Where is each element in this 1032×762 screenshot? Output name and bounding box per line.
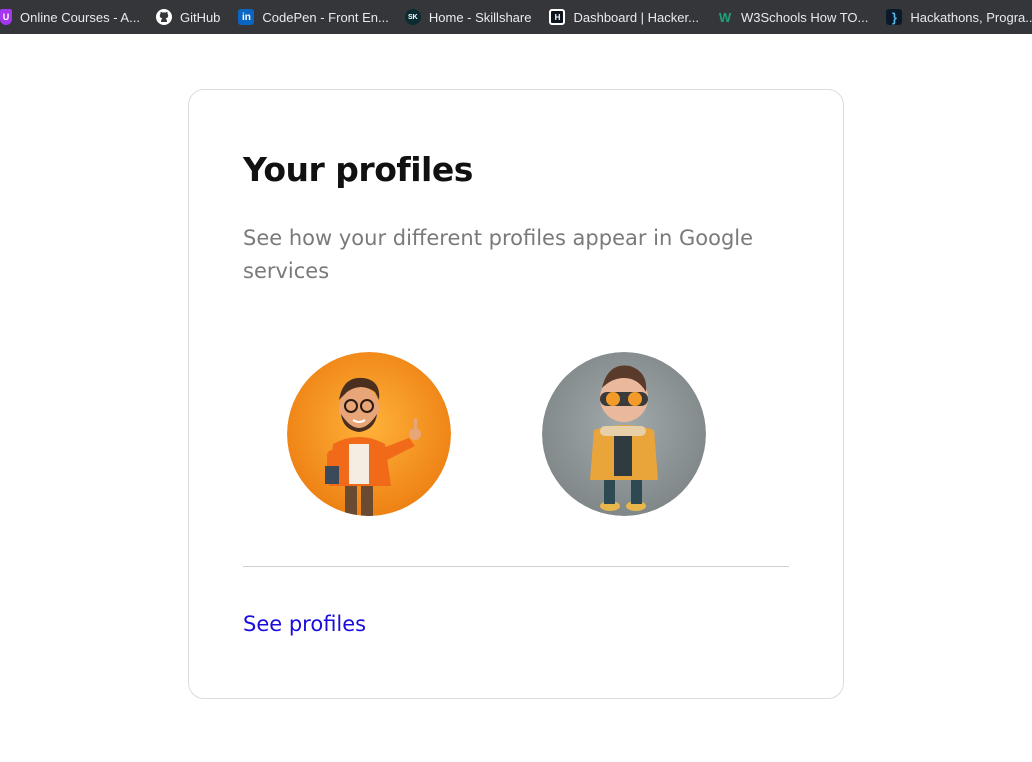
bookmark-label: Dashboard | Hacker... — [573, 9, 699, 25]
udemy-icon: U — [0, 9, 12, 25]
bookmark-label: Online Courses - A... — [20, 9, 140, 25]
bookmark-github[interactable]: GitHub — [155, 3, 228, 31]
bookmark-codepen[interactable]: in CodePen - Front En... — [238, 3, 396, 31]
card-description: See how your different profiles appear i… — [243, 226, 754, 283]
profile-avatar-gray[interactable] — [542, 352, 706, 516]
bookmark-label: CodePen - Front En... — [262, 9, 389, 25]
w3schools-icon: W — [718, 9, 732, 25]
avatar-image — [287, 352, 451, 516]
bookmark-label: Home - Skillshare — [428, 9, 532, 25]
bookmark-label: Hackathons, Progra... — [910, 9, 1032, 25]
avatar-image — [542, 352, 706, 516]
bookmark-skillshare[interactable]: SK Home - Skillshare — [404, 3, 540, 31]
card-title: Your profiles — [243, 150, 473, 189]
skillshare-icon: SK — [404, 9, 421, 25]
see-profiles-link[interactable]: See profiles — [243, 612, 366, 636]
bookmark-label: GitHub — [179, 9, 221, 25]
profiles-card: Your profiles See how your different pro… — [188, 89, 844, 699]
bookmarks-bar: U Online Courses - A... GitHub in CodePe… — [0, 0, 1032, 34]
profile-avatar-orange[interactable] — [287, 352, 451, 516]
bookmark-label: W3Schools How TO... — [740, 9, 869, 25]
hackerrank-icon: H — [549, 9, 566, 25]
bookmark-udemy[interactable]: U Online Courses - A... — [0, 3, 148, 31]
bookmark-w3schools[interactable]: W W3Schools How TO... — [717, 3, 876, 31]
linkedin-icon: in — [238, 9, 255, 25]
divider — [243, 566, 789, 567]
github-icon — [155, 9, 172, 25]
bookmark-devpost[interactable]: } Hackathons, Progra... — [886, 3, 1032, 31]
bookmark-hackerrank[interactable]: H Dashboard | Hacker... — [549, 3, 707, 31]
devpost-icon: } — [886, 9, 903, 25]
